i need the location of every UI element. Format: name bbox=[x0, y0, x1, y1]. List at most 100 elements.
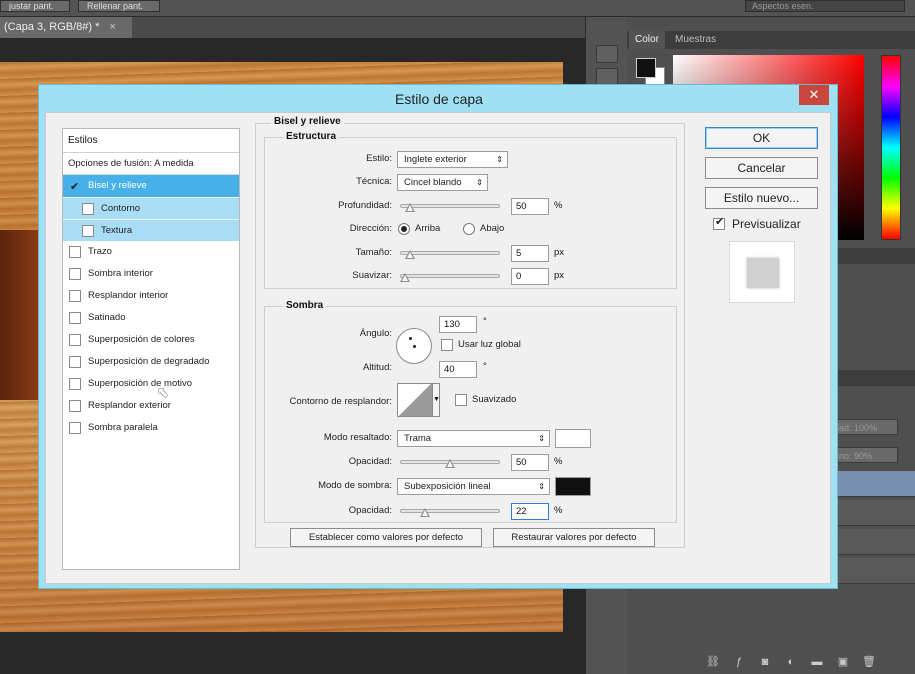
style-checkbox[interactable] bbox=[69, 268, 81, 280]
blending-options-item[interactable]: Opciones de fusión: A medida bbox=[63, 153, 239, 175]
close-icon[interactable]: × bbox=[109, 21, 115, 33]
altitude-label: Altitud: bbox=[362, 362, 392, 373]
dialog-body: Estilos Opciones de fusión: A medida Bis… bbox=[45, 112, 831, 584]
link-icon[interactable]: ⛓ bbox=[700, 655, 726, 668]
style-item-resplandor-exterior[interactable]: Resplandor exterior bbox=[63, 395, 239, 417]
slider-thumb[interactable] bbox=[404, 203, 415, 212]
new-layer-icon[interactable]: ▣ bbox=[830, 655, 856, 668]
slider-track bbox=[400, 251, 500, 255]
highlight-mode-select[interactable]: Trama ⇕ bbox=[397, 430, 550, 447]
fill-field[interactable]: eno: 90% bbox=[830, 447, 898, 463]
hue-slider[interactable] bbox=[881, 55, 901, 240]
style-item-satinado[interactable]: Satinado bbox=[63, 307, 239, 329]
foreground-color-swatch[interactable] bbox=[636, 58, 656, 78]
size-input[interactable]: 5 bbox=[511, 245, 549, 262]
style-item-textura[interactable]: Textura bbox=[63, 219, 239, 241]
angle-label: Ángulo: bbox=[359, 328, 392, 339]
style-item-sombra-interior[interactable]: Sombra interior bbox=[63, 263, 239, 285]
technique-select[interactable]: Cincel blando ⇕ bbox=[397, 174, 488, 191]
gloss-contour-picker[interactable] bbox=[397, 383, 433, 417]
style-checkbox[interactable] bbox=[69, 290, 81, 302]
adjustment-icon[interactable]: ◐ bbox=[778, 656, 804, 668]
depth-label: Profundidad: bbox=[338, 200, 392, 211]
tab-color[interactable]: Color bbox=[629, 31, 665, 49]
make-default-button[interactable]: Establecer como valores por defecto bbox=[290, 528, 482, 547]
shadow-color-swatch[interactable] bbox=[555, 477, 591, 496]
altitude-input[interactable]: 40 bbox=[439, 361, 477, 378]
updown-arrow-icon: ⇕ bbox=[496, 155, 503, 164]
shadow-opacity-input[interactable]: 22 bbox=[511, 503, 549, 520]
shadow-opacity-slider[interactable] bbox=[400, 506, 500, 517]
highlight-color-swatch[interactable] bbox=[555, 429, 591, 448]
new-style-button[interactable]: Estilo nuevo... bbox=[705, 187, 818, 209]
style-item-resplandor-interior[interactable]: Resplandor interior bbox=[63, 285, 239, 307]
style-checkbox[interactable] bbox=[69, 356, 81, 368]
workspace-select[interactable]: Aspectos esen. bbox=[745, 0, 905, 12]
style-checkbox[interactable] bbox=[69, 378, 81, 390]
depth-slider[interactable] bbox=[400, 201, 500, 212]
style-item-bisel-y-relieve[interactable]: Bisel y relieve bbox=[63, 175, 239, 198]
antialiased-checkbox[interactable] bbox=[455, 394, 467, 406]
style-item-label: Contorno bbox=[101, 203, 141, 214]
fit-screen-button[interactable]: justar pant. bbox=[0, 0, 70, 12]
soften-label: Suavizar: bbox=[352, 270, 392, 281]
depth-input[interactable]: 50 bbox=[511, 198, 549, 215]
highlight-opacity-slider[interactable] bbox=[400, 457, 500, 468]
style-checkbox[interactable] bbox=[69, 312, 81, 324]
angle-input[interactable]: 130 bbox=[439, 316, 477, 333]
style-select[interactable]: Inglete exterior ⇕ bbox=[397, 151, 508, 168]
reset-default-button[interactable]: Restaurar valores por defecto bbox=[493, 528, 655, 547]
soften-unit: px bbox=[554, 270, 565, 281]
slider-thumb[interactable] bbox=[445, 459, 455, 468]
size-unit: px bbox=[554, 247, 565, 258]
soften-input[interactable]: 0 bbox=[511, 268, 549, 285]
style-item-superposición-de-colores[interactable]: Superposición de colores bbox=[63, 329, 239, 351]
opacity-field[interactable]: dad: 100% bbox=[830, 419, 898, 435]
shadow-mode-value: Subexposición lineal bbox=[404, 481, 491, 492]
shadow-opacity-label: Opacidad: bbox=[348, 505, 392, 516]
trash-icon[interactable]: 🗑 bbox=[856, 655, 882, 668]
style-checkbox[interactable] bbox=[82, 225, 94, 237]
global-light-checkbox[interactable] bbox=[441, 339, 453, 351]
direction-down-radio[interactable] bbox=[463, 223, 475, 235]
soften-slider[interactable] bbox=[400, 271, 500, 282]
close-button[interactable]: ✕ bbox=[799, 85, 829, 105]
style-checkbox[interactable] bbox=[69, 176, 81, 198]
fx-icon[interactable]: ƒ bbox=[726, 656, 752, 668]
style-checkbox[interactable] bbox=[82, 203, 94, 215]
mask-icon[interactable]: ◙ bbox=[752, 656, 778, 668]
tab-swatches[interactable]: Muestras bbox=[669, 31, 722, 49]
slider-thumb[interactable] bbox=[419, 508, 430, 517]
direction-up-radio[interactable] bbox=[398, 223, 410, 235]
styles-header[interactable]: Estilos bbox=[63, 129, 239, 153]
style-checkbox[interactable] bbox=[69, 422, 81, 434]
styles-list: Estilos Opciones de fusión: A medida Bis… bbox=[62, 128, 240, 570]
highlight-opacity-input[interactable]: 50 bbox=[511, 454, 549, 471]
highlight-opacity-label: Opacidad: bbox=[348, 456, 392, 467]
canvas-image-dark-region bbox=[0, 230, 38, 400]
chevron-down-icon[interactable]: ▼ bbox=[432, 383, 440, 417]
style-checkbox[interactable] bbox=[69, 246, 81, 258]
document-tab[interactable]: (Capa 3, RGB/8#) * × bbox=[0, 17, 132, 38]
ok-button[interactable]: OK bbox=[705, 127, 818, 149]
preview-checkbox[interactable] bbox=[713, 215, 725, 230]
slider-track bbox=[400, 509, 500, 513]
history-icon[interactable] bbox=[596, 45, 618, 63]
style-item-label: Textura bbox=[101, 225, 133, 236]
style-item-sombra-paralela[interactable]: Sombra paralela bbox=[63, 417, 239, 439]
fill-screen-button[interactable]: Rellenar pant. bbox=[78, 0, 160, 12]
style-item-trazo[interactable]: Trazo bbox=[63, 241, 239, 263]
angle-dial[interactable] bbox=[396, 328, 432, 364]
cancel-button[interactable]: Cancelar bbox=[705, 157, 818, 179]
options-bar: justar pant. Rellenar pant. Aspectos ese… bbox=[0, 0, 915, 17]
style-checkbox[interactable] bbox=[69, 400, 81, 412]
slider-thumb[interactable] bbox=[404, 250, 415, 259]
style-checkbox[interactable] bbox=[69, 334, 81, 346]
size-slider[interactable] bbox=[400, 248, 500, 259]
folder-icon[interactable]: ▬ bbox=[804, 656, 830, 668]
style-item-superposición-de-degradado[interactable]: Superposición de degradado bbox=[63, 351, 239, 373]
style-item-superposición-de-motivo[interactable]: Superposición de motivo bbox=[63, 373, 239, 395]
shadow-mode-select[interactable]: Subexposición lineal ⇕ bbox=[397, 478, 550, 495]
style-item-contorno[interactable]: Contorno bbox=[63, 197, 239, 219]
slider-thumb[interactable] bbox=[400, 273, 410, 282]
